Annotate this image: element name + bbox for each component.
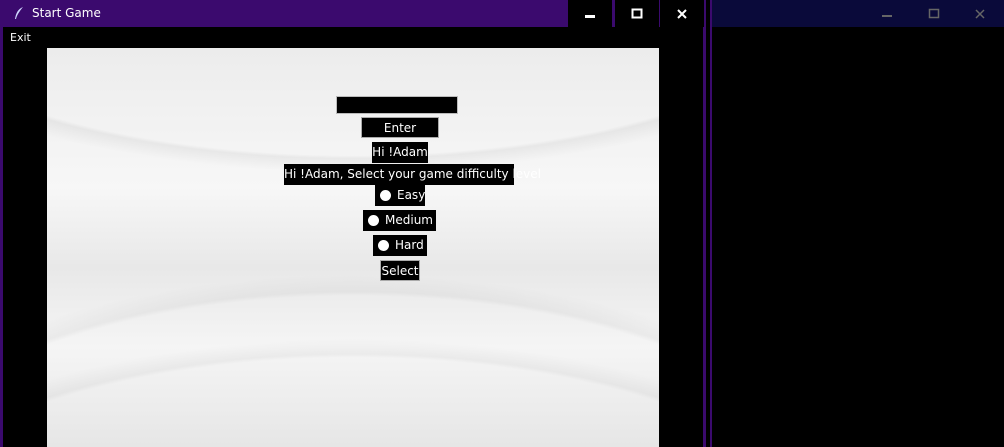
background-window: [710, 0, 1004, 447]
radio-easy-label: Easy: [397, 188, 426, 202]
radio-easy[interactable]: Easy: [375, 185, 425, 206]
title-bar[interactable]: Start Game: [3, 0, 704, 27]
select-button[interactable]: Select: [380, 260, 420, 281]
name-input[interactable]: [336, 96, 458, 114]
radio-medium[interactable]: Medium: [363, 210, 436, 231]
close-icon: [975, 8, 985, 19]
maximize-button[interactable]: [615, 0, 659, 27]
start-game-window: Start Game Exit Enter Hi !Adam Hi !Adam,…: [0, 0, 706, 447]
minimize-button-2[interactable]: [865, 0, 909, 27]
background-title-bar[interactable]: [712, 0, 1004, 27]
close-button[interactable]: [660, 0, 704, 27]
radio-circle-icon: [368, 215, 379, 226]
radio-hard[interactable]: Hard: [373, 235, 427, 256]
menu-item-exit[interactable]: Exit: [10, 31, 31, 44]
minimize-icon: [585, 14, 595, 18]
minimize-icon: [882, 14, 892, 17]
radio-circle-icon: [378, 240, 389, 251]
window-title: Start Game: [32, 6, 101, 20]
difficulty-prompt: Hi !Adam, Select your game difficulty le…: [284, 164, 541, 185]
radio-circle-icon: [380, 190, 391, 201]
menu-bar: Exit: [3, 27, 703, 47]
enter-button[interactable]: Enter: [361, 117, 439, 138]
close-button-2[interactable]: [958, 0, 1002, 27]
greeting-label: Hi !Adam: [372, 142, 428, 163]
radio-hard-label: Hard: [395, 238, 424, 252]
radio-medium-label: Medium: [385, 213, 433, 227]
maximize-icon: [631, 8, 643, 18]
feather-icon: [13, 6, 25, 20]
maximize-icon: [928, 8, 940, 18]
close-icon: [677, 8, 687, 19]
maximize-button-2[interactable]: [912, 0, 956, 27]
background-canvas: Enter Hi !Adam Hi !Adam, Select your gam…: [47, 48, 659, 447]
minimize-button[interactable]: [568, 0, 612, 27]
